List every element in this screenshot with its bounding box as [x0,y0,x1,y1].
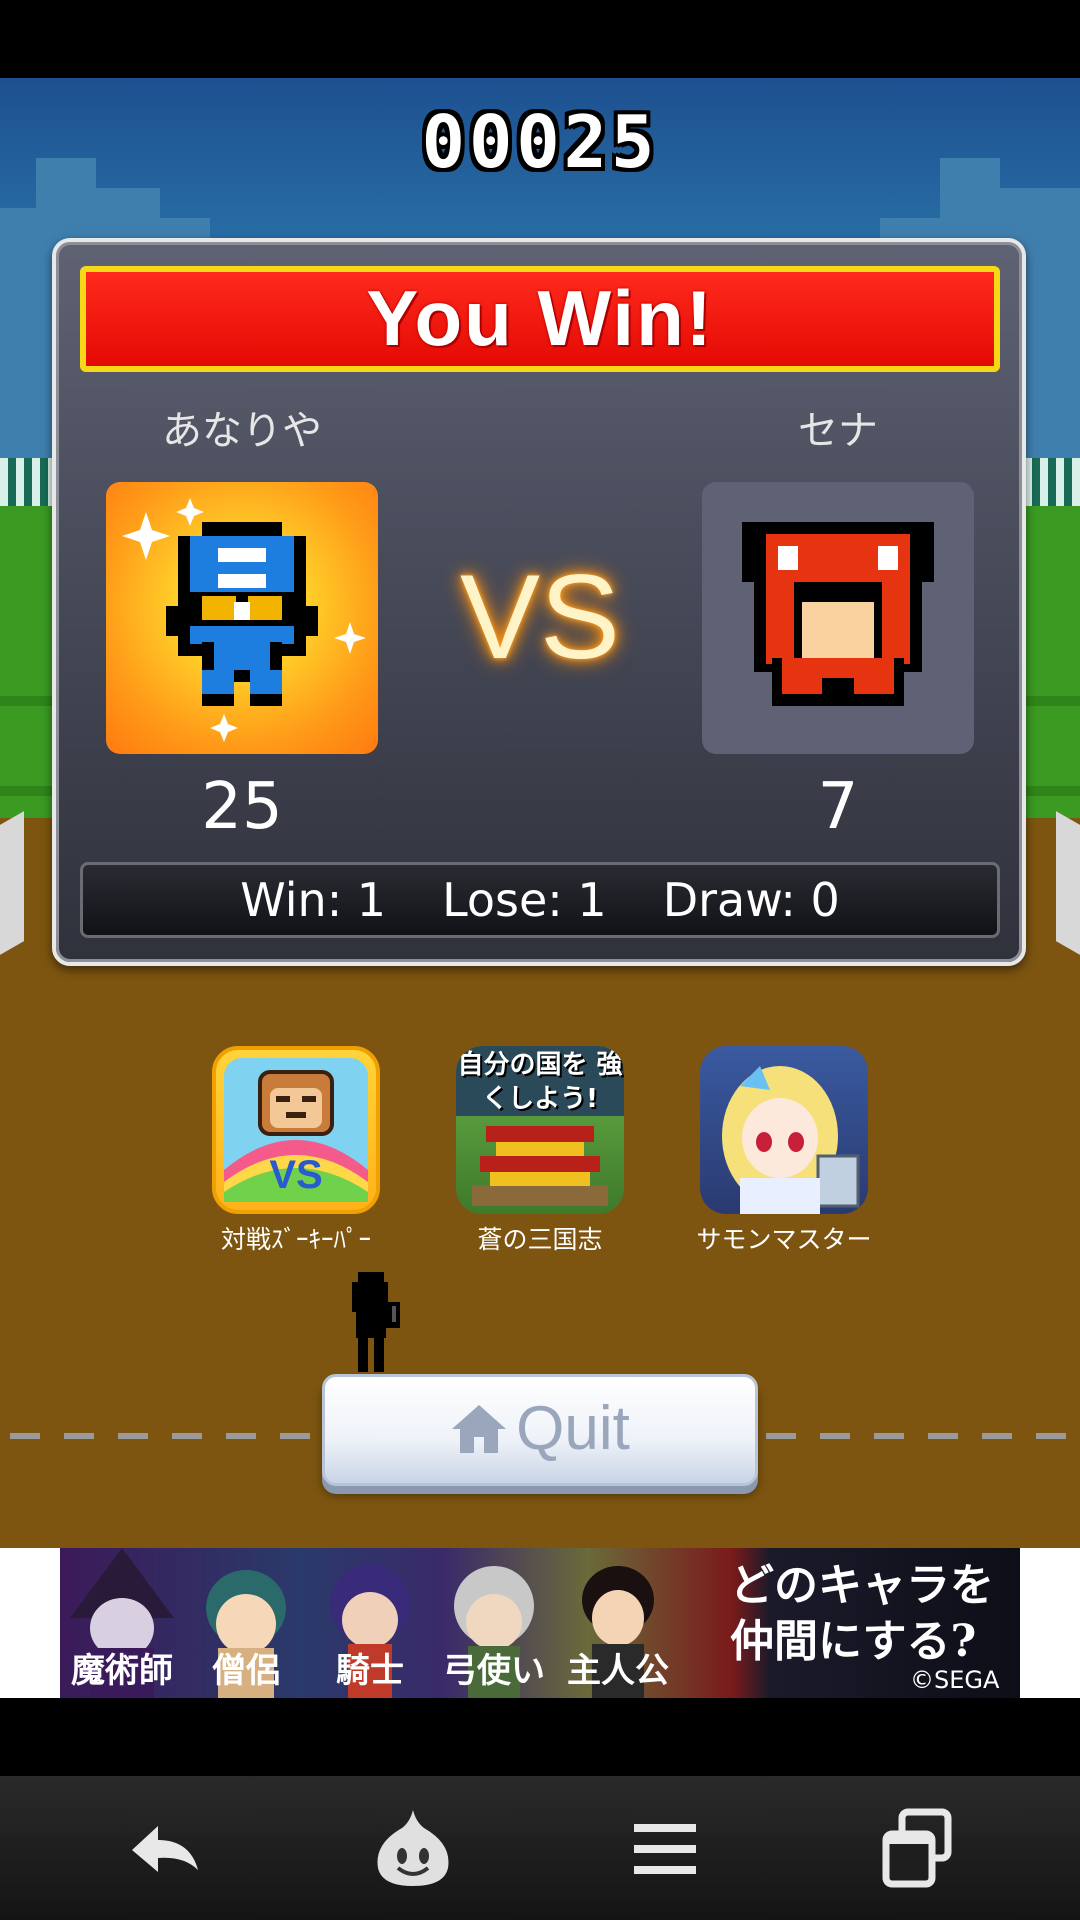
recent-apps-icon[interactable] [872,1804,962,1894]
quit-button[interactable]: Quit [322,1374,758,1486]
quit-label: Quit [516,1394,630,1463]
promo-app-zookeeper[interactable]: VS 対戦ｽﾞｰｷｰﾊﾟｰ [176,1046,416,1256]
ad-character-priest: 僧侶 [184,1548,308,1698]
ad-character-archer: 弓使い [432,1548,556,1698]
promo-label: 対戦ｽﾞｰｷｰﾊﾟｰ [220,1225,371,1254]
ad-copyright: ©SEGA [910,1666,1000,1694]
ad-character-hero: 主人公 [556,1548,680,1698]
player2-name: セナ [798,408,878,454]
promo-label: 蒼の三国志 [477,1225,603,1254]
blue-robot-icon [122,498,366,742]
ad-headline: どのキャラを 仲間にする? [730,1558,1020,1670]
ad-headline-line1: どのキャラを [730,1560,994,1611]
promo-app-summon-master[interactable]: サモンマスター [664,1046,904,1256]
win-count: Win: 1 [240,873,387,927]
runner-silhouette [352,1272,400,1372]
player2-score: 7 [817,770,859,844]
score-counter: 00025 [421,100,659,184]
svg-text:VS: VS [269,1153,322,1197]
draw-count: Draw: 0 [662,873,840,927]
summon-master-icon[interactable] [700,1046,868,1214]
promo-label: サモンマスター [696,1225,872,1254]
slime-icon[interactable] [368,1804,458,1894]
home-icon [452,1405,507,1453]
sangokushi-icon[interactable]: 自分の国を 強くしよう! [456,1046,624,1214]
promo-app-sangokushi[interactable]: 自分の国を 強くしよう! 蒼の三国志 [420,1046,660,1256]
ad-character-label: 僧侶 [212,1651,280,1691]
ad-character-label: 魔術師 [71,1651,173,1691]
player2-avatar [702,482,974,754]
track-curb-left [0,811,24,955]
ad-character-mage: 魔術師 [60,1548,184,1698]
promo-icon-caption: 自分の国を 強くしよう! [457,1050,623,1114]
back-icon[interactable] [118,1804,208,1894]
match-record: Win: 1 Lose: 1 Draw: 0 [80,862,1000,938]
ad-banner[interactable]: 魔術師 僧侶 騎士 弓使い 主人公 どのキャラを 仲間にする? ©SEGA [60,1548,1020,1698]
player1-score: 25 [201,770,283,844]
track-curb-right [1056,811,1080,955]
fox-hood-girl-icon [742,522,934,706]
vs-label: VS [459,550,621,684]
zookeeper-vs-icon[interactable]: VS [212,1046,380,1214]
player1-avatar [106,482,378,754]
lose-count: Lose: 1 [442,873,607,927]
ad-character-label: 弓使い [443,1651,545,1691]
ad-character-label: 騎士 [336,1651,404,1691]
result-banner: You Win! [80,266,1000,372]
menu-icon[interactable] [620,1804,710,1894]
ad-character-knight: 騎士 [308,1548,432,1698]
ad-character-label: 主人公 [567,1651,669,1691]
player1-name: あなりや [162,408,322,454]
ad-headline-line2: 仲間にする? [730,1616,977,1667]
